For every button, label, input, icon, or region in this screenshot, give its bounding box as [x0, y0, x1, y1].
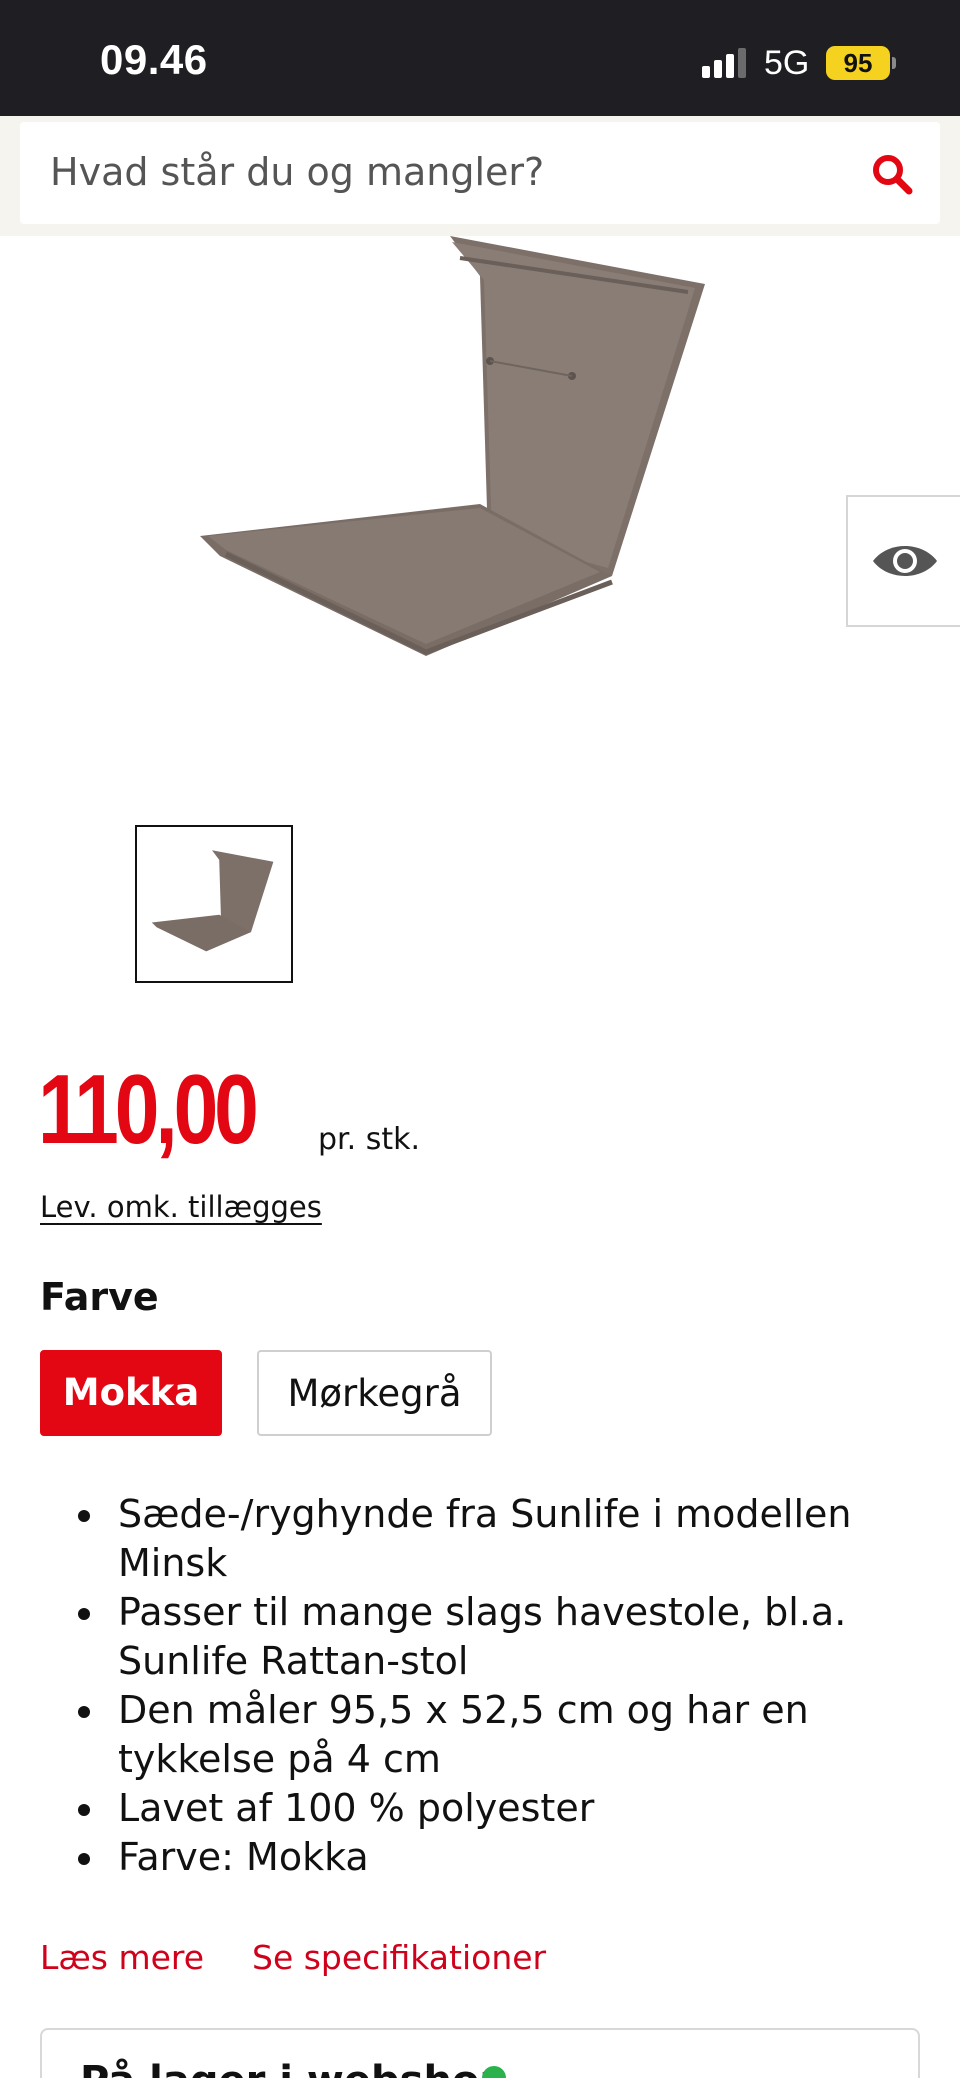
status-bar: 09.46 5G 95 [0, 0, 960, 116]
stock-title: På lager i webshop [80, 2058, 508, 2078]
product-price: 110,00 [38, 1054, 259, 1164]
read-more-link[interactable]: Læs mere [40, 1938, 204, 1977]
color-heading: Farve [40, 1275, 159, 1319]
delivery-cost-link[interactable]: Lev. omk. tillægges [40, 1190, 322, 1224]
feature-list: Sæde-/ryghynde fra Sunlife i modellen Mi… [40, 1490, 940, 1882]
price-unit: pr. stk. [318, 1122, 420, 1157]
color-option-morkegra[interactable]: Mørkegrå [257, 1350, 492, 1436]
battery-icon: 95 [826, 46, 890, 80]
status-time: 09.46 [100, 36, 208, 83]
feature-item: Farve: Mokka [40, 1833, 940, 1882]
battery-nub [892, 57, 896, 69]
search-placeholder: Hvad står du og mangler? [50, 150, 545, 194]
feature-item: Sæde-/ryghynde fra Sunlife i modellen Mi… [40, 1490, 940, 1588]
search-bar: Hvad står du og mangler? [0, 116, 960, 236]
feature-item: Den måler 95,5 x 52,5 cm og har en tykke… [40, 1686, 940, 1784]
search-input[interactable]: Hvad står du og mangler? [20, 122, 940, 224]
feature-item: Passer til mange slags havestole, bl.a. … [40, 1588, 940, 1686]
network-label: 5G [764, 44, 810, 82]
see-specifications-link[interactable]: Se specifikationer [252, 1938, 546, 1977]
eye-icon [873, 546, 937, 576]
signal-icon [702, 48, 750, 78]
feature-item: Lavet af 100 % polyester [40, 1784, 940, 1833]
stock-card[interactable]: På lager i webshop [40, 2028, 920, 2078]
view-button[interactable] [846, 495, 960, 627]
product-image[interactable] [180, 236, 720, 666]
search-icon[interactable] [870, 152, 914, 196]
product-thumbnail[interactable] [135, 825, 293, 983]
thumbnail-image [151, 850, 274, 952]
color-option-mokka[interactable]: Mokka [40, 1350, 222, 1436]
